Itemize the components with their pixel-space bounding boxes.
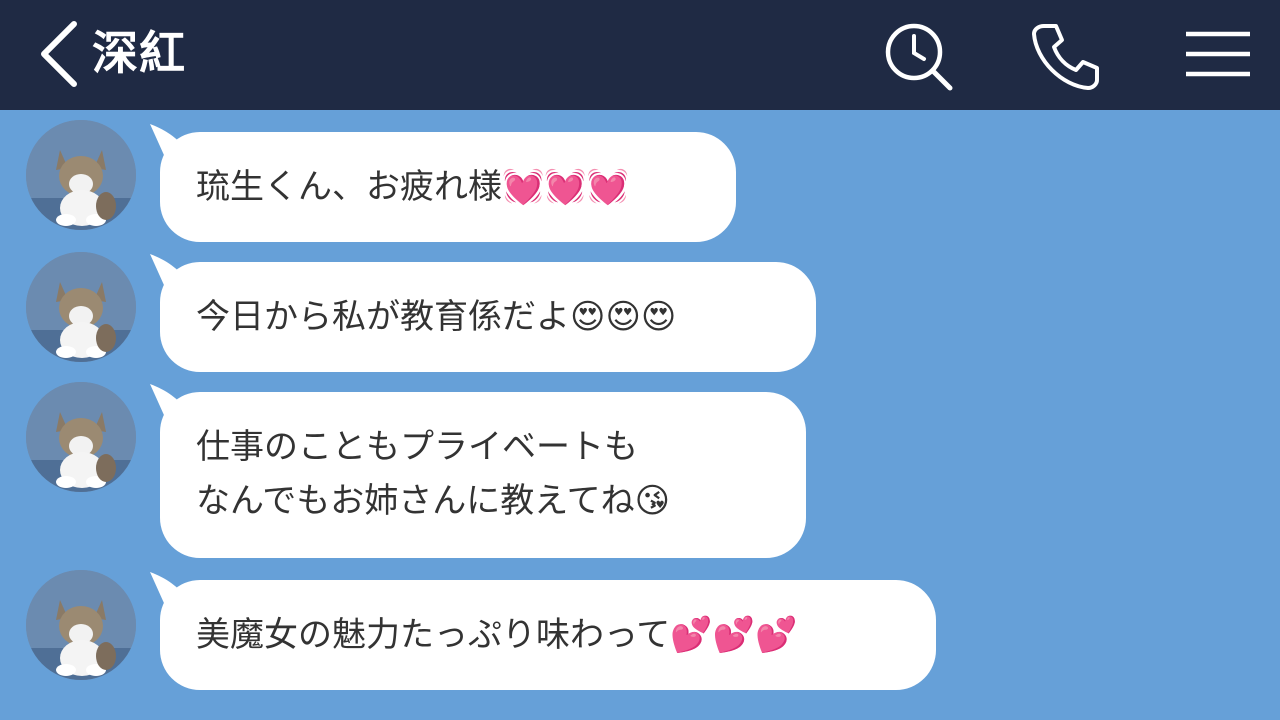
bubble-tail [150,384,194,424]
message-bubble: 美魔女の魅力たっぷり味わって💕💕💕 [150,572,936,690]
chat-header: 深紅 [0,0,1280,110]
bubble-tail [150,572,194,612]
message-text: 琉生くん、お疲れ様💓💓💓 [196,167,630,207]
message-text: 今日から私が教育係だよ😍😍😍 [196,297,677,337]
chevron-left-icon [41,21,77,87]
back-button[interactable] [36,20,80,88]
bubble-tail [150,254,194,294]
hamburger-menu-icon [1186,31,1250,77]
bubble-tail [150,124,194,164]
avatar[interactable] [26,570,136,680]
avatar[interactable] [26,382,136,492]
search-button[interactable] [882,20,954,92]
message-bubble: 仕事のこともプライベートも なんでもお姉さんに教えてね😘 [150,384,806,558]
search-icon [885,23,953,91]
call-button[interactable] [1030,20,1102,92]
cat-avatar-icon [26,120,136,230]
phone-icon [1032,24,1099,90]
cat-avatar-icon [26,252,136,362]
message-text: 美魔女の魅力たっぷり味わって💕💕💕 [196,615,798,655]
avatar[interactable] [26,120,136,230]
chat-title: 深紅 [92,26,186,80]
avatar[interactable] [26,252,136,362]
message-text: 仕事のこともプライベートも なんでもお姉さんに教えてね😘 [196,427,671,521]
cat-avatar-icon [26,382,136,492]
message-bubble: 今日から私が教育係だよ😍😍😍 [150,254,816,372]
message-bubble: 琉生くん、お疲れ様💓💓💓 [150,124,736,242]
cat-avatar-icon [26,570,136,680]
menu-button[interactable] [1180,20,1252,92]
